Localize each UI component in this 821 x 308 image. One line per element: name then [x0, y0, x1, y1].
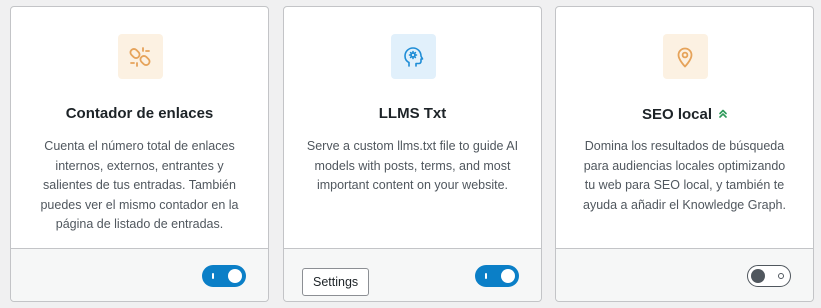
toggle-off-indicator	[778, 272, 784, 279]
toggle-on-indicator	[485, 273, 487, 279]
toggle-knob	[228, 269, 242, 283]
card-title: Contador de enlaces	[65, 105, 214, 122]
ai-head-icon	[390, 34, 436, 79]
double-chevron-up-icon	[719, 105, 727, 122]
card-body: Contador de enlaces Cuenta el número tot…	[11, 7, 268, 248]
card-footer	[556, 248, 813, 301]
card-title: LLMS Txt	[378, 105, 447, 122]
module-card-llms-txt: LLMS Txt Serve a custom llms.txt file to…	[283, 6, 542, 302]
card-body: LLMS Txt Serve a custom llms.txt file to…	[284, 7, 541, 248]
module-card-link-counter: Contador de enlaces Cuenta el número tot…	[10, 6, 269, 302]
toggle-knob	[751, 268, 765, 283]
settings-button[interactable]: Settings	[302, 268, 370, 296]
toggle-knob	[501, 269, 515, 283]
card-title: SEO local	[556, 105, 813, 123]
toggle-on-indicator	[212, 273, 214, 279]
card-footer: Settings	[284, 248, 541, 301]
card-description: Domina los resultados de búsqueda para a…	[583, 139, 786, 212]
location-pin-icon	[662, 34, 708, 79]
card-description: Serve a custom llms.txt file to guide AI…	[306, 139, 519, 192]
card-body: SEO local Domina los resultados de búsqu…	[556, 7, 813, 248]
card-footer	[11, 248, 268, 301]
module-toggle-switch[interactable]	[202, 265, 246, 287]
card-description: Cuenta el número total de enlaces intern…	[40, 139, 239, 231]
broken-link-icon	[117, 34, 163, 79]
module-toggle-switch[interactable]	[747, 265, 791, 287]
card-title-text: SEO local	[641, 106, 713, 123]
module-toggle-switch[interactable]	[475, 265, 519, 287]
module-card-local-seo: SEO local Domina los resultados de búsqu…	[555, 6, 814, 302]
